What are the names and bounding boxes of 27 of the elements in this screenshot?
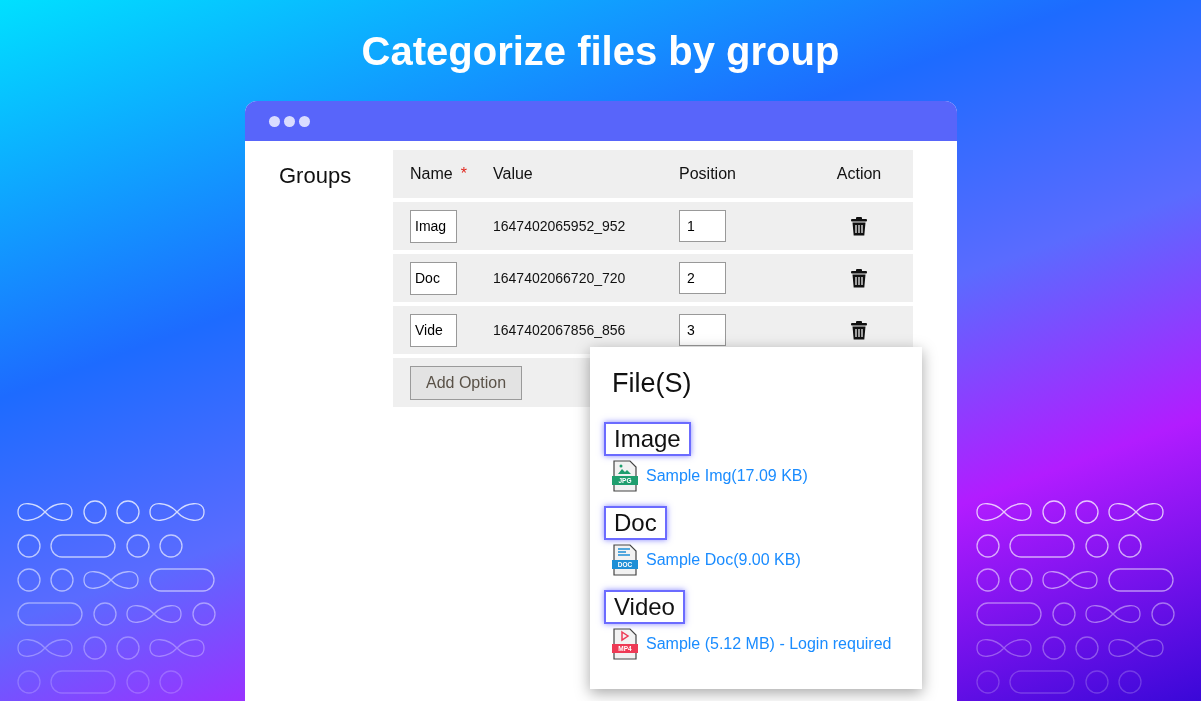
column-header: Position <box>679 165 736 182</box>
column-header: Value <box>493 165 533 182</box>
position-input[interactable]: 1 <box>679 210 726 242</box>
add-option-button[interactable]: Add Option <box>410 365 523 400</box>
value-text: 1647402067856_856 <box>493 321 626 338</box>
name-input[interactable]: Vide <box>410 313 457 347</box>
section-label: Groups <box>279 163 352 188</box>
value-text: 1647402065952_952 <box>493 217 626 234</box>
headline: Categorize files by group <box>361 27 840 75</box>
group-heading: Video <box>604 589 685 624</box>
name-input[interactable]: Imag <box>410 209 457 243</box>
window-dot <box>299 115 310 127</box>
trash-icon[interactable] <box>851 321 867 341</box>
column-header: Action <box>836 165 882 182</box>
group-heading: Image <box>604 421 691 456</box>
position-input[interactable]: 3 <box>679 314 726 346</box>
column-header: Name <box>410 165 453 182</box>
panel-title: File(S) <box>612 367 693 400</box>
window-dot <box>284 115 295 127</box>
required-mark: * <box>460 165 467 182</box>
window-dot <box>269 115 280 127</box>
trash-icon[interactable] <box>851 217 867 237</box>
position-input[interactable]: 2 <box>679 262 726 294</box>
trash-icon[interactable] <box>851 269 867 289</box>
name-input[interactable]: Doc <box>410 261 457 295</box>
value-text: 1647402066720_720 <box>493 269 626 286</box>
group-heading: Doc <box>604 505 667 540</box>
